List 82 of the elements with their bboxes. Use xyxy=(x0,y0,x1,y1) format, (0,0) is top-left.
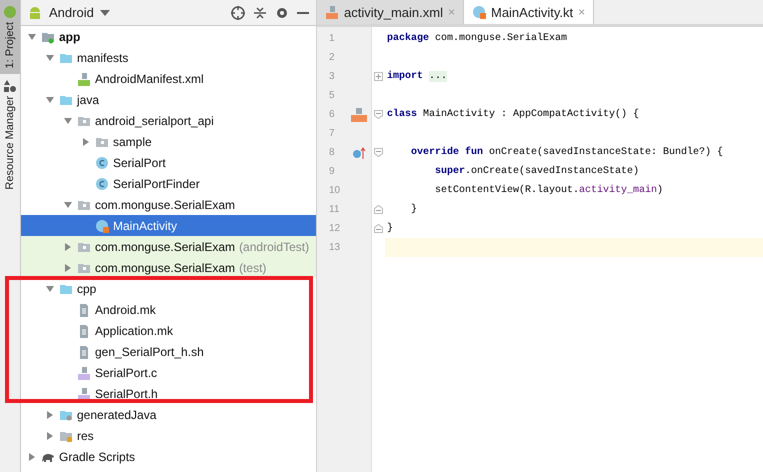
code-line: package com.monguse.SerialExam xyxy=(386,33,568,44)
text-file-icon xyxy=(77,302,91,316)
tree-item[interactable]: sample xyxy=(21,131,316,152)
collapse-fold-icon[interactable] xyxy=(374,110,383,119)
android-icon xyxy=(4,6,16,18)
tree-item[interactable]: generatedJava xyxy=(21,404,316,425)
crosshair-icon[interactable] xyxy=(230,4,246,20)
tree-item[interactable]: Android.mk xyxy=(21,299,316,320)
tool-window-tab[interactable]: Resource Manager xyxy=(0,74,20,196)
shapes-icon xyxy=(4,80,16,92)
collapsed-arrow-icon[interactable] xyxy=(63,242,73,252)
layout-file-icon[interactable] xyxy=(350,108,368,122)
dropdown-caret-icon xyxy=(100,10,110,16)
tree-item[interactable]: java xyxy=(21,89,316,110)
layout-file-icon xyxy=(325,5,339,19)
code-line: class MainActivity : AppCompatActivity() { xyxy=(386,109,640,120)
line-number: 13 xyxy=(328,242,342,253)
code-line: } xyxy=(410,204,418,215)
expanded-arrow-icon[interactable] xyxy=(45,52,55,62)
tree-item[interactable]: SerialPortFinder xyxy=(21,173,316,194)
line-number: 8 xyxy=(328,147,336,158)
tree-item[interactable]: SerialPort.h xyxy=(21,383,316,404)
tree-item[interactable]: AndroidManifest.xml xyxy=(21,68,316,89)
code-line: import ... xyxy=(386,71,448,82)
text-file-icon xyxy=(77,324,91,338)
tree-item[interactable]: res xyxy=(21,425,316,446)
tree-item[interactable]: Application.mk xyxy=(21,320,316,341)
expand-fold-icon[interactable] xyxy=(374,72,383,81)
tree-item[interactable]: gen_SerialPort_h.sh xyxy=(21,341,316,362)
line-number: 11 xyxy=(328,204,340,215)
collapse-fold-icon[interactable] xyxy=(374,148,383,157)
manifest-file-icon xyxy=(77,72,91,86)
class-icon xyxy=(95,156,109,170)
tree-item[interactable]: manifests xyxy=(21,47,316,68)
tree-item[interactable]: SerialPort.c xyxy=(21,362,316,383)
tree-item[interactable]: com.monguse.SerialExam (test) xyxy=(21,257,316,278)
expanded-arrow-icon[interactable] xyxy=(45,284,55,294)
code-line: } xyxy=(386,223,394,234)
kotlin-class-icon xyxy=(95,218,109,232)
cpp-file-icon xyxy=(77,386,91,400)
line-number: 7 xyxy=(328,128,336,139)
expanded-arrow-icon[interactable] xyxy=(27,32,37,42)
collapsed-arrow-icon[interactable] xyxy=(63,262,73,272)
line-number: 3 xyxy=(328,71,336,82)
collapse-all-icon[interactable] xyxy=(252,4,268,20)
line-number: 1 xyxy=(328,33,336,44)
tree-item[interactable]: com.monguse.SerialExam (androidTest) xyxy=(21,236,316,257)
android-icon xyxy=(27,4,43,20)
line-number: 6 xyxy=(328,109,336,120)
view-selector[interactable]: Android xyxy=(27,4,110,20)
tree-item[interactable]: MainActivity xyxy=(21,215,316,236)
expanded-arrow-icon[interactable] xyxy=(63,116,73,126)
line-number: 12 xyxy=(328,223,342,234)
expanded-arrow-icon[interactable] xyxy=(45,94,55,104)
text-file-icon xyxy=(77,344,91,358)
cpp-file-icon xyxy=(77,366,91,380)
collapsed-arrow-icon[interactable] xyxy=(45,410,55,420)
class-icon xyxy=(95,176,109,190)
line-number: 10 xyxy=(328,185,342,196)
code-line: super.onCreate(savedInstanceState) xyxy=(434,166,640,177)
code-line: setContentView(R.layout.activity_main) xyxy=(434,185,664,196)
tree-item[interactable]: Gradle Scripts xyxy=(21,446,316,467)
editor-tab[interactable]: activity_main.xml × xyxy=(317,0,464,24)
collapsed-arrow-icon[interactable] xyxy=(27,452,37,462)
line-number: 9 xyxy=(328,166,336,177)
line-number: 5 xyxy=(328,90,336,101)
tool-window-tab[interactable]: 1: Project xyxy=(0,0,20,74)
code-line: override fun onCreate(savedInstanceState: Bundle?) { xyxy=(410,147,724,158)
tree-item[interactable]: cpp xyxy=(21,278,316,299)
line-number: 2 xyxy=(328,52,336,63)
kotlin-class-icon xyxy=(472,5,486,19)
tree-item[interactable]: com.monguse.SerialExam xyxy=(21,194,316,215)
collapsed-arrow-icon[interactable] xyxy=(45,430,55,440)
tree-item[interactable]: app xyxy=(21,26,316,47)
collapsed-arrow-icon[interactable] xyxy=(81,136,91,146)
expanded-arrow-icon[interactable] xyxy=(63,200,73,210)
tree-item[interactable]: SerialPort xyxy=(21,152,316,173)
collapse-fold-icon[interactable] xyxy=(374,205,383,214)
editor-tab[interactable]: MainActivity.kt × xyxy=(464,0,594,24)
collapse-fold-icon[interactable] xyxy=(374,224,383,233)
tree-item[interactable]: android_serialport_api xyxy=(21,110,316,131)
override-icon[interactable] xyxy=(352,146,366,158)
